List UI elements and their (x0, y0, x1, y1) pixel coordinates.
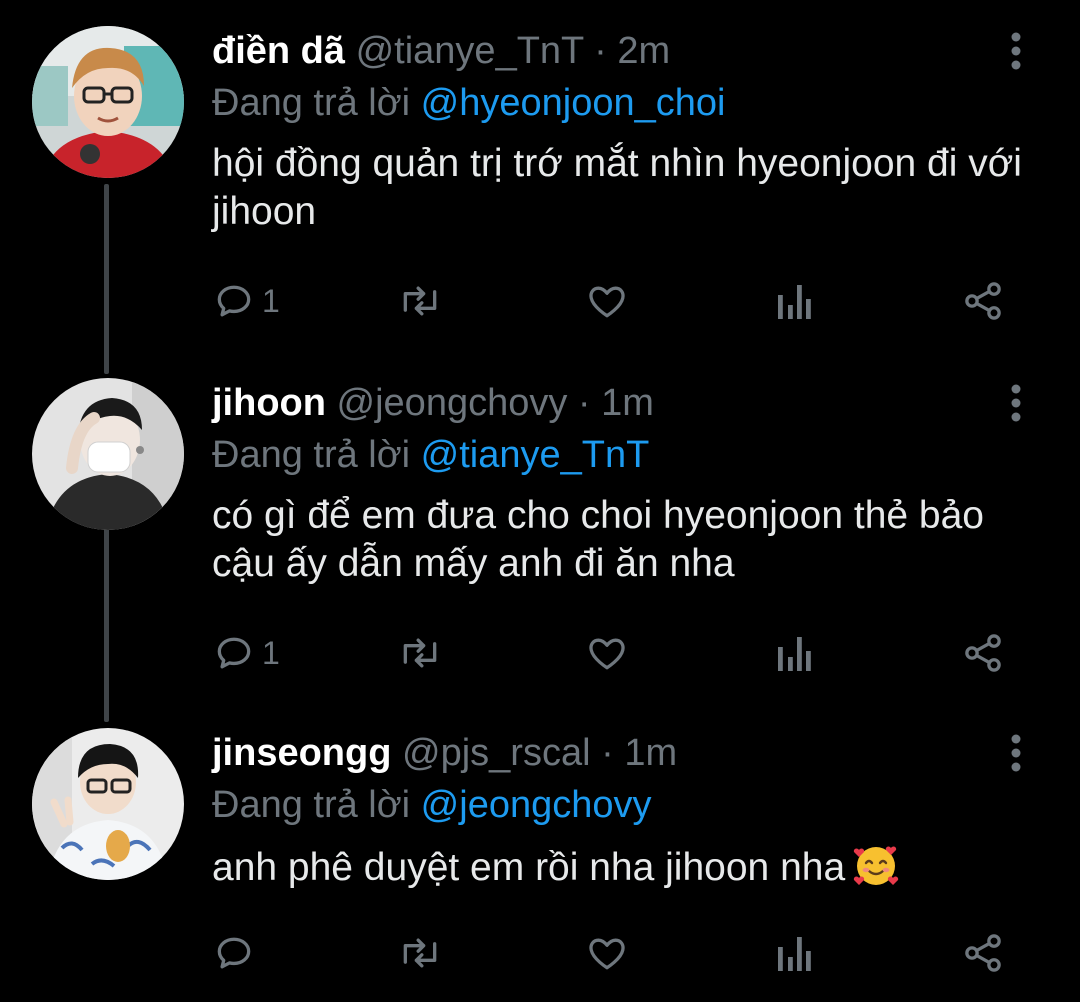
like-icon (589, 286, 625, 318)
timestamp[interactable]: 2m (617, 30, 670, 72)
more-vertical-icon (1011, 734, 1021, 772)
more-vertical-icon (1011, 32, 1021, 70)
avatar[interactable] (32, 26, 184, 178)
reply-icon (217, 937, 251, 969)
reply-mention-link[interactable]: @tianye_TnT (421, 434, 650, 476)
retweet-button[interactable] (396, 928, 444, 978)
like-button[interactable] (584, 276, 630, 326)
avatar[interactable] (32, 728, 184, 880)
display-name[interactable]: điền dã (212, 30, 345, 72)
share-button[interactable] (960, 276, 1006, 326)
reply-button[interactable]: 1 (212, 276, 280, 326)
display-name[interactable]: jihoon (212, 382, 326, 424)
timestamp[interactable]: 1m (624, 732, 677, 774)
separator-dot: · (577, 382, 591, 424)
reply-icon (217, 637, 251, 669)
more-vertical-icon (1011, 384, 1021, 422)
analytics-icon (778, 285, 811, 319)
share-icon (965, 282, 1001, 320)
more-options-button[interactable] (998, 26, 1034, 76)
like-button[interactable] (584, 628, 630, 678)
user-handle[interactable]: @pjs_rscal (402, 732, 591, 774)
analytics-button[interactable] (774, 628, 814, 678)
reply-icon (217, 285, 251, 317)
reply-count: 1 (262, 282, 280, 319)
analytics-icon (778, 937, 811, 971)
replying-to: Đang trả lời @hyeonjoon_choi (212, 80, 725, 126)
reply-button[interactable]: 1 (212, 628, 280, 678)
more-options-button[interactable] (998, 728, 1034, 778)
reply-mention-link[interactable]: @jeongchovy (421, 784, 652, 826)
tweet-text-content: anh phê duyệt em rồi nha jihoon nha (212, 846, 846, 889)
analytics-button[interactable] (774, 928, 814, 978)
reply-mention-link[interactable]: @hyeonjoon_choi (421, 82, 726, 124)
replying-prefix: Đang trả lời (212, 82, 411, 124)
replying-to: Đang trả lời @tianye_TnT (212, 432, 649, 478)
avatar[interactable] (32, 378, 184, 530)
thread-connector-line (104, 184, 109, 374)
reply-count: 1 (262, 634, 280, 671)
replying-prefix: Đang trả lời (212, 434, 411, 476)
share-icon (965, 934, 1001, 972)
share-button[interactable] (960, 928, 1006, 978)
replying-to: Đang trả lời @jeongchovy (212, 782, 652, 828)
share-button[interactable] (960, 628, 1006, 678)
reply-button[interactable] (212, 928, 262, 978)
display-name[interactable]: jinseongg (212, 732, 391, 774)
like-button[interactable] (584, 928, 630, 978)
like-icon (589, 938, 625, 970)
analytics-button[interactable] (774, 276, 814, 326)
like-icon (589, 638, 625, 670)
tweet-header: jinseongg @pjs_rscal · 1m (212, 728, 677, 778)
separator-dot: · (594, 30, 607, 72)
retweet-icon (403, 938, 437, 968)
smiling-face-with-hearts-emoji (853, 846, 899, 885)
retweet-button[interactable] (396, 628, 444, 678)
retweet-button[interactable] (396, 276, 444, 326)
user-handle[interactable]: @jeongchovy (337, 382, 568, 424)
thread-connector-line (104, 508, 109, 722)
tweet-actions: 1 (212, 276, 1032, 326)
tweet-actions: 1 (212, 628, 1032, 678)
tweet-text: anh phê duyệt em rồi nha jihoon nha (212, 842, 1052, 892)
tweet-text: hội đồng quản trị trớ mắt nhìn hyeonjoon… (212, 142, 1022, 233)
more-options-button[interactable] (998, 378, 1034, 428)
tweet-header: điền dã @tianye_TnT · 2m (212, 26, 670, 76)
user-handle[interactable]: @tianye_TnT (356, 30, 584, 72)
retweet-icon (403, 286, 437, 316)
tweet-text: có gì để em đưa cho choi hyeonjoon thẻ b… (212, 494, 984, 585)
retweet-icon (403, 638, 437, 668)
share-icon (965, 634, 1001, 672)
replying-prefix: Đang trả lời (212, 784, 411, 826)
separator-dot: · (601, 732, 614, 774)
analytics-icon (778, 637, 811, 671)
timestamp[interactable]: 1m (601, 382, 654, 424)
tweet-header: jihoon @jeongchovy · 1m (212, 378, 654, 428)
tweet-actions (212, 928, 1032, 978)
